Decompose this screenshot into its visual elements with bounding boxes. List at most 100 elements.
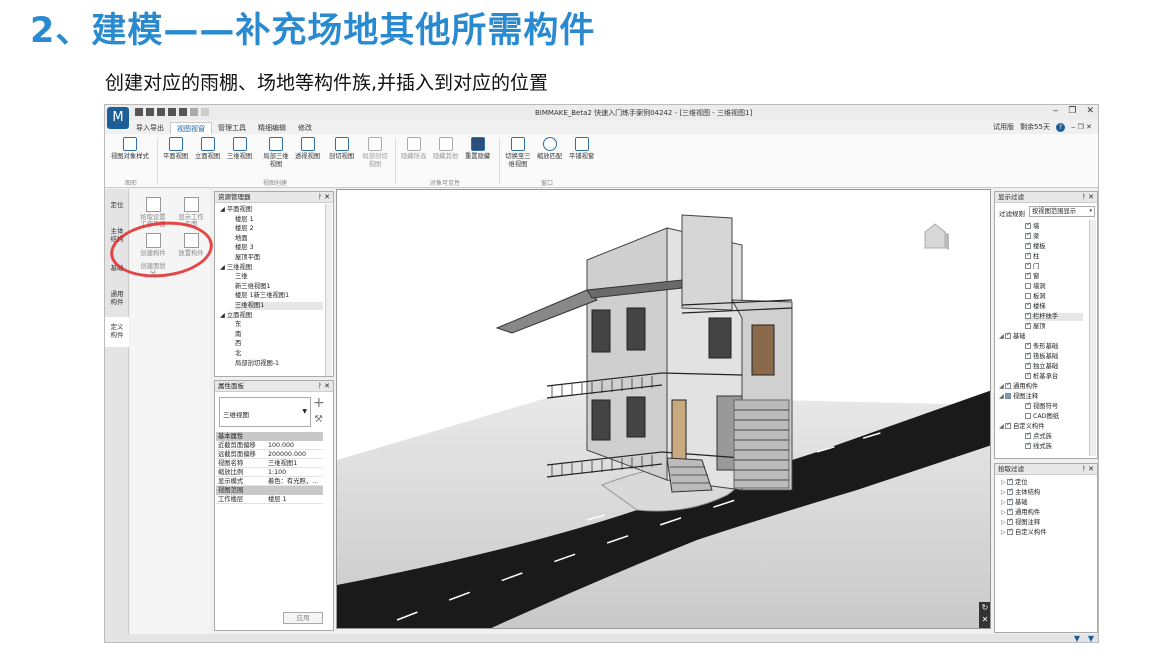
local-section-view-button[interactable]: 局部剖切视图 [361, 137, 389, 169]
filter-item[interactable]: 板洞 [1025, 293, 1046, 301]
checkbox[interactable] [1025, 231, 1031, 239]
property-row[interactable]: 近截剪面偏移 100.000 [216, 441, 323, 450]
tree-item[interactable]: 楼层 1 [235, 216, 323, 224]
switch-3d-button[interactable]: 切换至三维视图 [505, 137, 531, 169]
hide-others-button[interactable]: 隐藏其他 [433, 137, 458, 161]
view-type-select[interactable]: 三维视图 ▼ [219, 397, 311, 427]
pick-filter-item[interactable]: ▷定位 [1001, 477, 1028, 487]
tab-import-export[interactable]: 导入导出 [130, 122, 170, 134]
pick-filter-item[interactable]: ▷自定义构件 [1001, 527, 1046, 537]
filter-scrollbar[interactable] [1089, 220, 1096, 456]
pick-filter-item[interactable]: ▷主体结构 [1001, 487, 1040, 497]
property-row[interactable]: 工作楼层 楼层 1 [216, 495, 323, 504]
zoom-fit-button[interactable]: 缩放匹配 [537, 137, 562, 161]
tile-windows-button[interactable]: 平铺视窗 [569, 137, 594, 161]
property-row[interactable]: 远截剪面偏移 200000.000 [216, 450, 323, 459]
tab-manage[interactable]: 管理工具 [212, 122, 252, 134]
app-logo-icon[interactable]: M [107, 107, 129, 129]
tree-item[interactable]: 北 [235, 350, 323, 358]
filter-item[interactable]: 栏杆扶手 [1025, 311, 1083, 321]
section-view-button[interactable]: 剖切视图 [329, 137, 354, 161]
tree-group[interactable]: ◢ 平面视图 [220, 206, 320, 214]
filter-item[interactable]: 视图符号 [1025, 401, 1058, 411]
checkbox[interactable] [1005, 421, 1011, 429]
tree-item[interactable]: 南 [235, 331, 323, 339]
filter-item[interactable]: ◢基础 [999, 331, 1026, 341]
filter-item[interactable]: 独立基础 [1025, 361, 1058, 371]
checkbox[interactable] [1007, 497, 1013, 505]
checkbox[interactable] [1025, 371, 1031, 379]
filter-item[interactable]: 门 [1025, 261, 1039, 271]
checkbox[interactable] [1005, 393, 1011, 399]
filter-item[interactable]: 屋顶 [1025, 321, 1046, 331]
tree-group[interactable]: ◢ 立面视图 [220, 312, 320, 320]
elevation-view-button[interactable]: 立面视图 [195, 137, 220, 161]
filter-item[interactable]: 桩基承台 [1025, 371, 1058, 381]
apply-button[interactable]: 应用 [283, 612, 323, 624]
reset-hide-button[interactable]: 重置隐藏 [465, 137, 490, 161]
undo-icon[interactable] [190, 108, 198, 116]
view-object-style-button[interactable]: 视图对象样式 [111, 137, 149, 161]
export-icon[interactable] [179, 108, 187, 116]
checkbox[interactable] [1025, 341, 1031, 349]
plan-view-button[interactable]: 平面视图 [163, 137, 188, 161]
view-cube[interactable] [924, 223, 949, 250]
checkbox[interactable] [1025, 283, 1031, 289]
tree-item[interactable]: 楼层 1新三维视图1 [235, 292, 323, 300]
checkbox[interactable] [1025, 311, 1031, 319]
save-icon[interactable] [157, 108, 165, 116]
3d-view-button[interactable]: 三维视图 [227, 137, 252, 161]
perspective-view-button[interactable]: 透视视图 [295, 137, 320, 161]
tree-item[interactable]: 新三维视图1 [235, 283, 323, 291]
view-navigation-icon[interactable]: ↻ ✕ [979, 602, 990, 628]
checkbox[interactable] [1005, 381, 1011, 389]
checkbox[interactable] [1025, 251, 1031, 259]
filter-item[interactable]: CAD图纸 [1025, 413, 1059, 421]
filter-item[interactable]: 点式族 [1025, 431, 1052, 441]
tree-group[interactable]: ◢ 三维视图 [220, 264, 320, 272]
filter-item[interactable]: 柱 [1025, 251, 1039, 261]
property-row[interactable]: 缩放比例 1:100 [216, 468, 323, 477]
tree-scrollbar[interactable] [325, 204, 332, 376]
wrench-icon[interactable]: ⚒ [314, 414, 323, 425]
checkbox[interactable] [1007, 527, 1013, 535]
checkbox[interactable] [1025, 431, 1031, 439]
redo-icon[interactable] [201, 108, 209, 116]
tab-custom-components[interactable]: 定义构件 [105, 317, 129, 347]
pin-close-icon[interactable]: ᚹ ✕ [318, 381, 330, 392]
filter-rule-select[interactable]: 按视图范围显示 ▾ [1029, 206, 1095, 217]
filter-item[interactable]: 墙 [1025, 221, 1039, 231]
checkbox[interactable] [1025, 321, 1031, 329]
checkbox[interactable] [1025, 293, 1031, 299]
tree-item[interactable]: 东 [235, 321, 323, 329]
help-icon[interactable]: ? [1055, 122, 1065, 132]
tree-item[interactable]: 西 [235, 340, 323, 348]
tree-item[interactable]: 楼层 3 [235, 244, 323, 252]
filter-item[interactable]: ◢ 视图注释 [999, 393, 1038, 401]
filter-item[interactable]: ◢通用构件 [999, 381, 1038, 391]
open-icon[interactable] [146, 108, 154, 116]
restore-icon[interactable]: ❐ [1068, 106, 1076, 116]
checkbox[interactable] [1025, 413, 1031, 419]
checkbox[interactable] [1005, 331, 1011, 339]
checkbox[interactable] [1025, 361, 1031, 369]
checkbox[interactable] [1007, 507, 1013, 515]
filter-item[interactable]: 筏板基础 [1025, 351, 1058, 361]
pin-close-icon[interactable]: ᚹ ✕ [1082, 192, 1094, 203]
checkbox[interactable] [1025, 241, 1031, 249]
filter-item[interactable]: ◢自定义构件 [999, 421, 1044, 431]
pick-filter-item[interactable]: ▷基础 [1001, 497, 1028, 507]
hide-selected-button[interactable]: 隐藏所选 [401, 137, 426, 161]
filter-clear-icon[interactable]: ▼ [1088, 634, 1094, 642]
tree-item[interactable]: 地面 [235, 235, 323, 243]
pin-close-icon[interactable]: ᚹ ✕ [318, 192, 330, 203]
tree-item[interactable]: 三维 [235, 273, 323, 281]
property-row[interactable]: 显示模式 着色：有光照，... [216, 477, 323, 486]
tree-item[interactable]: 局部剖切视图-1 [235, 360, 323, 368]
print-icon[interactable] [168, 108, 176, 116]
property-row[interactable]: 视图名称 三维视图1 [216, 459, 323, 468]
tree-item[interactable]: 楼层 2 [235, 225, 323, 233]
pick-filter-item[interactable]: ▷通用构件 [1001, 507, 1040, 517]
minimize-icon[interactable]: ‒ [1053, 106, 1059, 116]
plus-icon[interactable]: + [313, 395, 325, 411]
